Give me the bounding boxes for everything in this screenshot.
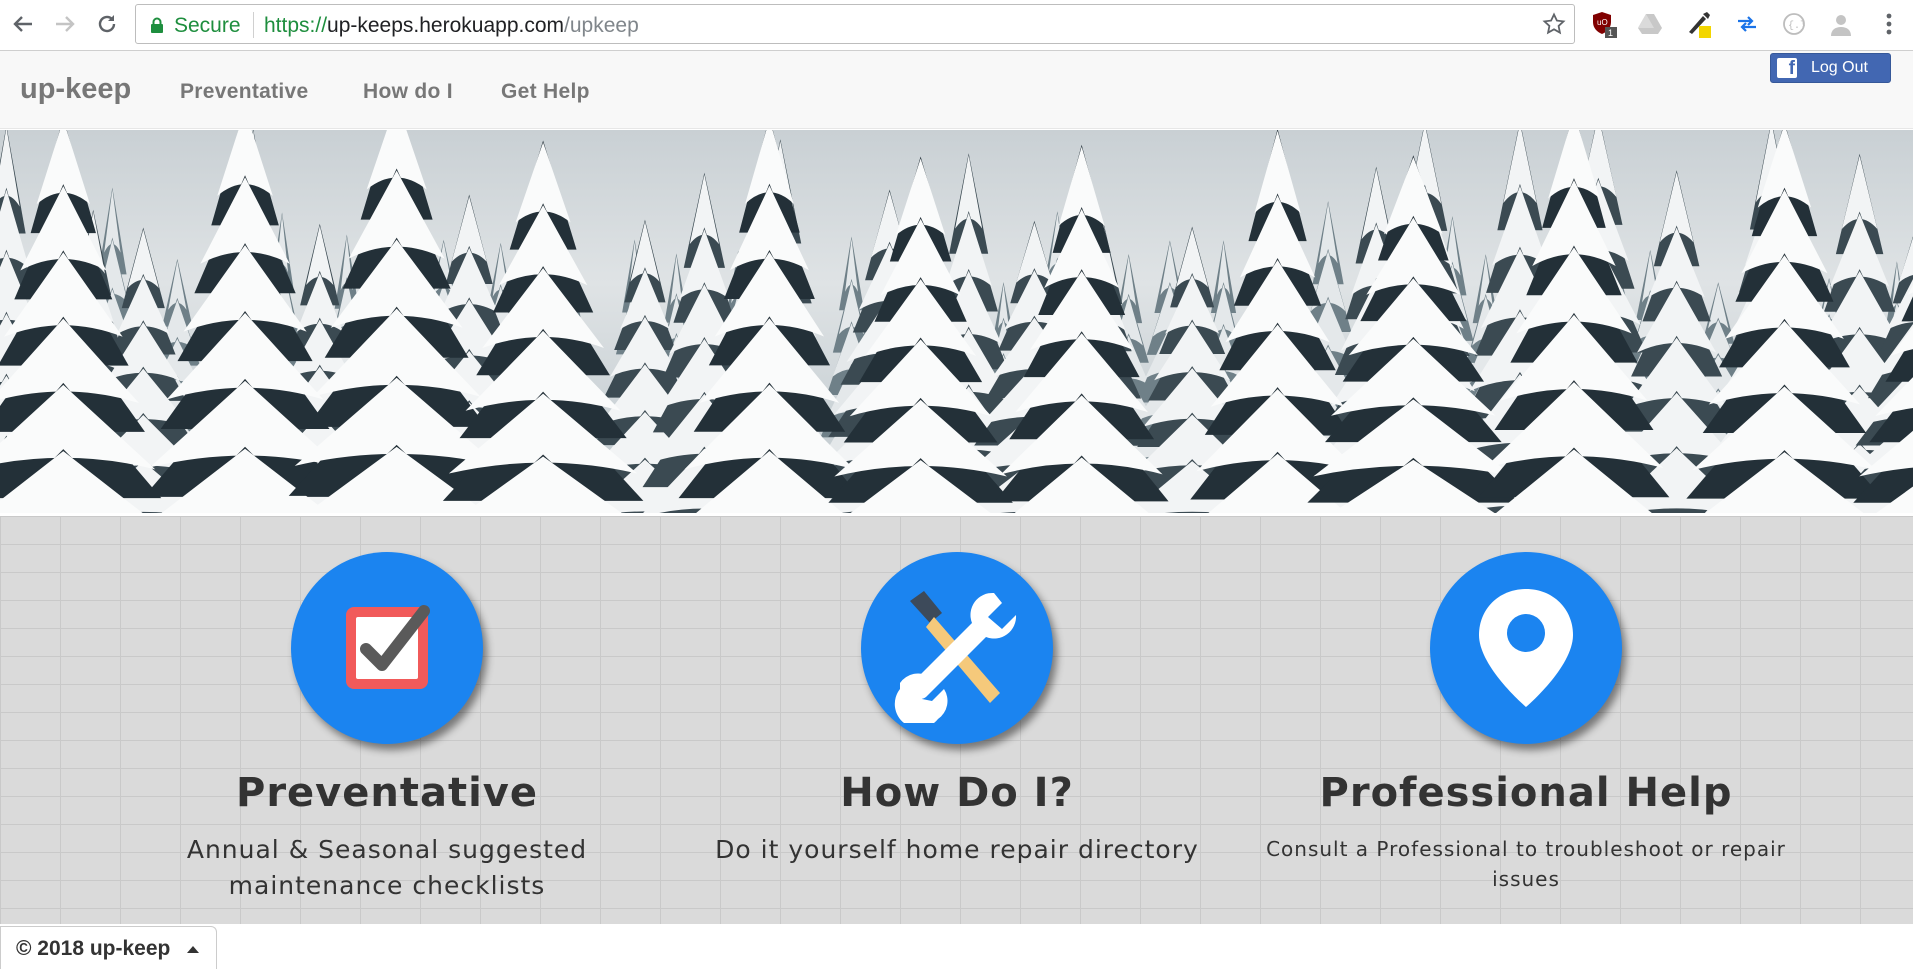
url-path: /upkeep — [564, 14, 639, 37]
address-bar[interactable]: Secure https://up-keeps.herokuapp.com/up… — [135, 4, 1575, 44]
nav-link-how-do-i[interactable]: How do I — [363, 80, 453, 104]
feature-description: Consult a Professional to troubleshoot o… — [1266, 837, 1786, 891]
json-extension-icon[interactable]: {.} — [1780, 10, 1808, 38]
drive-extension-icon[interactable] — [1636, 10, 1664, 38]
profile-avatar-icon[interactable] — [1827, 10, 1855, 38]
footer-toggle[interactable]: © 2018 up-keep — [0, 926, 217, 969]
features-section: Preventative Annual & Seasonal suggested… — [0, 516, 1913, 924]
bookmark-star-icon[interactable] — [1542, 12, 1566, 36]
hero-image — [0, 130, 1913, 513]
brand-logo[interactable]: up-keep — [20, 73, 131, 106]
back-arrow-icon — [13, 16, 32, 32]
color-picker-extension-icon[interactable] — [1685, 10, 1713, 38]
extension-badge-count: 1 — [1608, 28, 1613, 38]
feature-title: How Do I? — [840, 770, 1074, 816]
secure-label: Secure — [174, 14, 241, 37]
svg-text:{.}: {.} — [1788, 20, 1806, 32]
browser-toolbar: Secure https://up-keeps.herokuapp.com/up… — [0, 0, 1913, 51]
svg-text:uO: uO — [1597, 18, 1608, 27]
checklist-icon — [346, 605, 430, 689]
lock-icon — [151, 17, 163, 33]
feature-how-do-i[interactable]: How Do I? Do it yourself home repair dir… — [697, 552, 1217, 868]
how-do-i-icon-button[interactable] — [861, 552, 1053, 744]
reload-button[interactable] — [89, 6, 125, 42]
feature-title: Professional Help — [1319, 770, 1733, 816]
feature-professional-help[interactable]: Professional Help Consult a Professional… — [1266, 552, 1786, 894]
snowy-forest-illustration — [0, 130, 1913, 513]
tools-icon — [894, 591, 1017, 723]
browser-menu-icon[interactable] — [1875, 10, 1903, 38]
url-host: up-keeps.herokuapp.com — [327, 14, 565, 37]
url-text[interactable]: https://up-keeps.herokuapp.com/upkeep — [264, 14, 639, 38]
omnibox-divider — [253, 12, 254, 38]
reload-icon — [98, 15, 116, 33]
feature-title: Preventative — [236, 770, 538, 816]
ublock-extension-icon[interactable]: uO 1 — [1590, 10, 1618, 38]
feature-preventative[interactable]: Preventative Annual & Seasonal suggested… — [127, 552, 647, 904]
feature-description: Do it yourself home repair directory — [715, 835, 1199, 864]
site-navbar: up-keep Preventative How do I Get Help f… — [0, 51, 1913, 129]
location-pin-icon — [1479, 589, 1573, 707]
url-scheme: https:// — [264, 14, 328, 37]
feature-description: Annual & Seasonal suggested maintenance … — [186, 835, 588, 900]
nav-link-get-help[interactable]: Get Help — [501, 80, 590, 104]
back-button[interactable] — [5, 6, 41, 42]
caret-up-icon — [187, 946, 199, 953]
preventative-icon-button[interactable] — [291, 552, 483, 744]
professional-help-icon-button[interactable] — [1430, 552, 1622, 744]
logout-label: Log Out — [1811, 59, 1868, 76]
nav-link-preventative[interactable]: Preventative — [180, 80, 309, 104]
facebook-logout-button[interactable]: f Log Out — [1770, 53, 1891, 83]
forward-button[interactable] — [47, 6, 83, 42]
footer-copyright: © 2018 up-keep — [16, 937, 171, 960]
redirect-extension-icon[interactable] — [1733, 10, 1761, 38]
facebook-logo-icon: f — [1777, 58, 1797, 78]
forward-arrow-icon — [56, 16, 75, 32]
